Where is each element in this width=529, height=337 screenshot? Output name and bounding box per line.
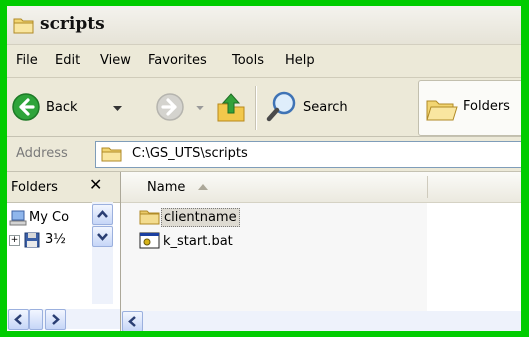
back-dropdown-icon[interactable] — [113, 106, 122, 112]
address-label: Address — [16, 146, 68, 161]
name-column-label: Name — [147, 180, 186, 195]
toolbar: Back Search Folders — [7, 78, 521, 137]
floppy-drive-icon — [24, 232, 40, 248]
toolbar-separator — [255, 86, 257, 130]
back-label: Back — [46, 99, 78, 115]
address-folder-icon — [101, 147, 122, 162]
file-list-pane: Name clientname k_start.bat — [121, 172, 521, 331]
sort-ascending-icon — [198, 184, 208, 190]
name-column-header[interactable]: Name — [121, 172, 427, 202]
list-item-label: k_start.bat — [163, 233, 233, 249]
chevron-left-icon — [14, 314, 22, 325]
scroll-left-button[interactable] — [122, 311, 143, 331]
batch-file-icon — [139, 232, 160, 249]
search-button[interactable]: Search — [265, 90, 348, 124]
chevron-left-icon — [128, 316, 136, 327]
forward-arrow-icon[interactable] — [155, 92, 185, 122]
tree-item-my-computer[interactable]: My Co — [7, 208, 91, 228]
tree-item-label: 3½ — [45, 232, 66, 247]
column-divider[interactable] — [427, 176, 428, 198]
folders-vertical-scrollbar[interactable] — [92, 202, 113, 304]
screenshot-frame: scripts File Edit View Favorites Tools H… — [0, 0, 529, 337]
folders-button[interactable]: Folders — [418, 80, 521, 136]
forward-dropdown-icon[interactable] — [196, 106, 204, 111]
up-folder-icon[interactable] — [215, 90, 247, 124]
list-item-clientname[interactable]: clientname — [139, 206, 240, 228]
folders-pane-header: Folders ✕ — [7, 172, 120, 203]
list-item-k-start-bat[interactable]: k_start.bat — [139, 230, 235, 252]
search-icon — [266, 91, 296, 122]
back-arrow-icon — [12, 93, 40, 121]
menu-tools[interactable]: Tools — [232, 53, 264, 68]
address-input[interactable]: C:\GS_UTS\scripts — [95, 141, 521, 168]
list-item-label: clientname — [161, 207, 240, 227]
column-header-row: Name — [121, 172, 521, 203]
search-label: Search — [303, 99, 348, 115]
menu-favorites[interactable]: Favorites — [148, 53, 207, 68]
scroll-down-button[interactable] — [92, 226, 113, 247]
menu-edit[interactable]: Edit — [55, 53, 80, 68]
folders-label: Folders — [463, 99, 510, 114]
title-bar[interactable]: scripts — [7, 6, 521, 45]
file-list-horizontal-scrollbar[interactable] — [121, 311, 521, 331]
tree-item-floppy[interactable]: + 3½ — [7, 230, 91, 250]
scroll-left-button[interactable] — [8, 309, 29, 330]
chevron-up-icon — [97, 210, 108, 218]
address-value: C:\GS_UTS\scripts — [132, 146, 248, 161]
explorer-window: scripts File Edit View Favorites Tools H… — [7, 6, 521, 331]
folder-icon — [13, 18, 34, 34]
menu-view[interactable]: View — [100, 53, 131, 68]
back-button[interactable]: Back — [11, 92, 78, 122]
chevron-down-icon — [97, 233, 108, 241]
menu-help[interactable]: Help — [285, 53, 315, 68]
address-bar: Address C:\GS_UTS\scripts — [7, 137, 521, 172]
my-computer-icon — [9, 210, 27, 226]
folders-pane: Folders ✕ My Co + 3½ — [7, 172, 121, 331]
folders-horizontal-scrollbar[interactable] — [7, 309, 120, 330]
close-icon[interactable]: ✕ — [89, 175, 102, 194]
scroll-right-button[interactable] — [45, 309, 66, 330]
folders-icon — [426, 100, 458, 121]
chevron-right-icon — [52, 314, 60, 325]
window-title: scripts — [40, 14, 105, 34]
scroll-up-button[interactable] — [92, 204, 113, 225]
menu-bar: File Edit View Favorites Tools Help — [7, 45, 521, 78]
menu-file[interactable]: File — [16, 53, 38, 68]
tree-item-label: My Co — [29, 210, 70, 225]
folder-icon — [139, 210, 160, 225]
scroll-thumb[interactable] — [29, 309, 43, 330]
folders-pane-title: Folders — [11, 180, 58, 195]
expand-plus-icon[interactable]: + — [9, 235, 20, 246]
